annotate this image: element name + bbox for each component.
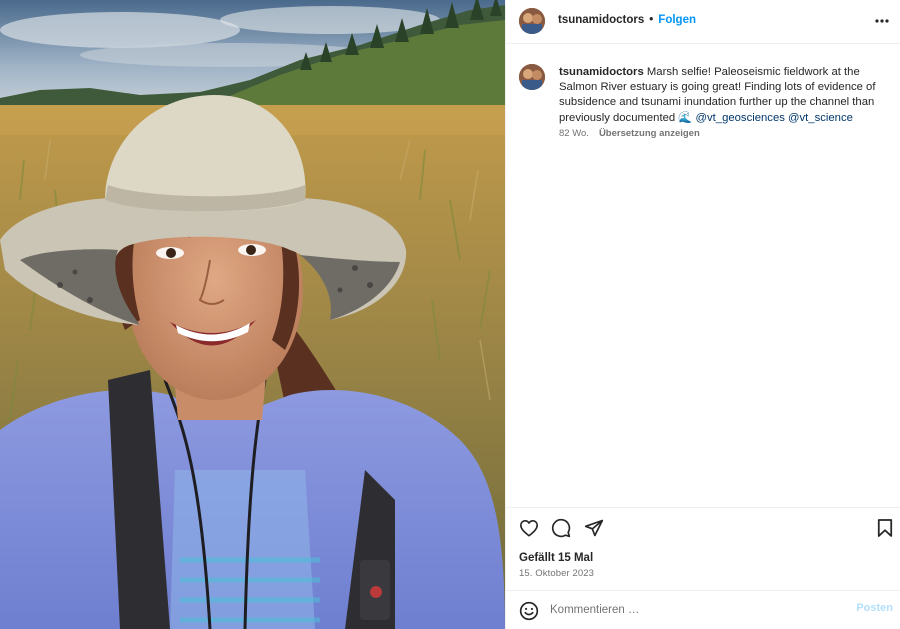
bookmark-icon[interactable] xyxy=(874,517,896,539)
mention-link[interactable]: @vt_science xyxy=(788,112,853,124)
more-horizontal-icon[interactable] xyxy=(873,12,891,30)
caption-meta: 82 Wo. Übersetzung anzeigen xyxy=(559,128,700,139)
mention-link[interactable]: @vt_geosciences xyxy=(696,112,785,124)
comment-input[interactable] xyxy=(550,601,840,619)
header-text: tsunamidoctors • Folgen xyxy=(558,13,696,28)
comment-bubble-icon[interactable] xyxy=(550,517,572,539)
post-header: tsunamidoctors • Folgen xyxy=(506,0,900,44)
likes-count[interactable]: Gefällt 15 Mal xyxy=(519,552,593,564)
post-details-panel: tsunamidoctors • Folgen tsunamidoctors Mar… xyxy=(505,0,900,629)
post-caption: tsunamidoctors Marsh selfie! Paleoseismi… xyxy=(559,65,897,126)
selfie-image xyxy=(0,0,505,629)
post-age: 82 Wo. xyxy=(559,128,589,139)
comment-bar: Posten xyxy=(506,590,900,629)
follow-button[interactable]: Folgen xyxy=(658,14,696,26)
caption-username[interactable]: tsunamidoctors xyxy=(559,66,644,78)
translate-link[interactable]: Übersetzung anzeigen xyxy=(599,128,700,139)
post-comment-button[interactable]: Posten xyxy=(856,602,893,614)
wave-emoji: 🌊 xyxy=(678,111,693,124)
username-link[interactable]: tsunamidoctors xyxy=(558,14,644,26)
caption-avatar[interactable] xyxy=(519,64,545,90)
separator-dot: • xyxy=(649,14,654,26)
post-date: 15. Oktober 2023 xyxy=(519,568,595,579)
heart-icon[interactable] xyxy=(518,517,540,539)
paper-plane-icon[interactable] xyxy=(583,517,605,539)
divider xyxy=(506,507,900,508)
avatar[interactable] xyxy=(519,8,545,34)
post-photo[interactable] xyxy=(0,0,505,629)
smiley-icon[interactable] xyxy=(518,600,540,622)
